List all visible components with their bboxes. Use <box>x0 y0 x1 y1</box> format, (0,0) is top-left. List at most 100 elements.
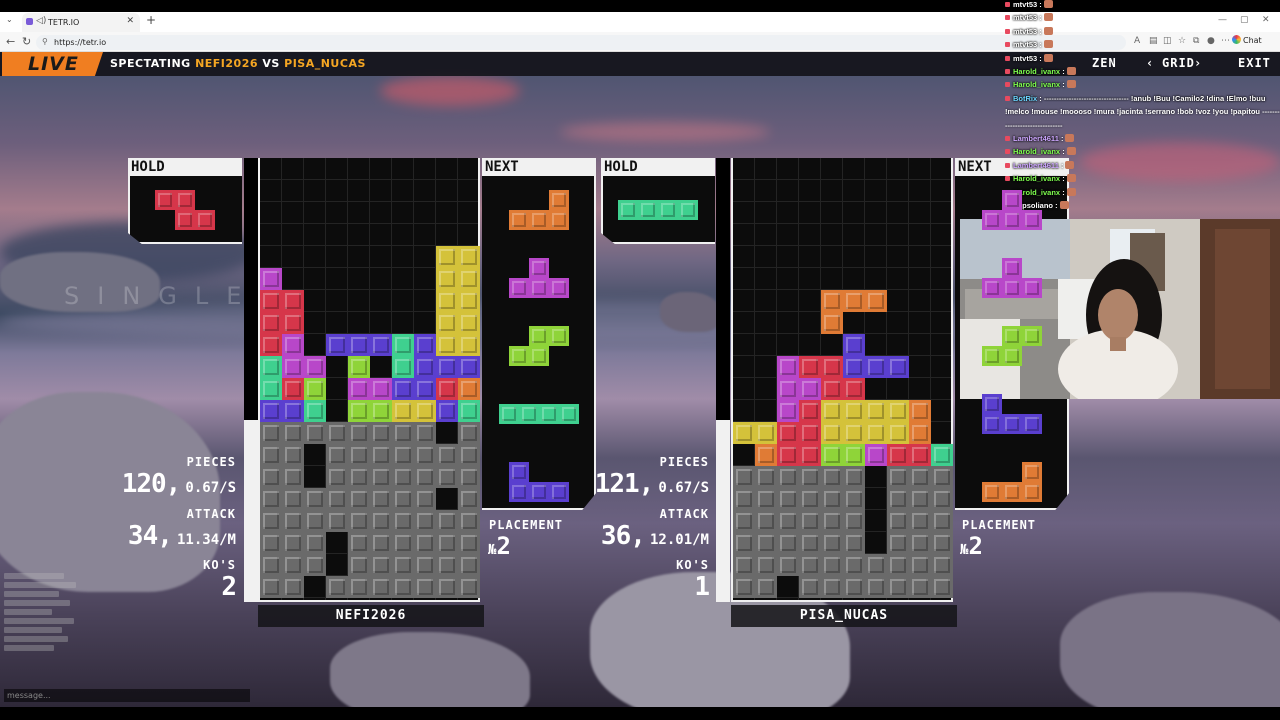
stack-block <box>821 444 843 466</box>
stack-block <box>458 246 480 268</box>
chat-emote-icon <box>1066 187 1076 196</box>
room-chat-input[interactable]: message... <box>4 689 250 702</box>
chat-emote-icon <box>1066 67 1076 75</box>
chat-username[interactable]: mtvt53 <box>1013 0 1039 9</box>
p2-attack-label: ATTACK <box>659 507 709 521</box>
garbage-block <box>348 576 370 598</box>
close-tab-icon[interactable]: ✕ <box>126 16 134 26</box>
garbage-block <box>458 510 480 532</box>
next-piece-mino <box>1002 258 1022 278</box>
chat-badge-icon <box>1005 69 1010 74</box>
stack-block <box>887 356 909 378</box>
chat-badge-icon <box>1005 15 1010 21</box>
chat-username[interactable]: BotRix <box>1013 94 1039 103</box>
chat-emote-icon <box>1043 26 1053 35</box>
webcam-image <box>960 219 1280 399</box>
garbage-block <box>887 510 909 532</box>
chat-username[interactable]: Harold_ivanx <box>1013 67 1062 76</box>
stack-block <box>843 290 865 312</box>
garbage-block <box>282 444 304 466</box>
p1-hold-label: HOLD <box>128 158 242 177</box>
next-piece-mino <box>982 278 1002 298</box>
next-piece-mino <box>982 346 1002 366</box>
next-piece-mino <box>499 404 519 424</box>
chat-username[interactable]: Harold_ivanx <box>1013 80 1062 89</box>
tab-list-chevron-icon[interactable]: ⌄ <box>6 15 13 24</box>
tab-title: TETR.IO <box>48 18 80 27</box>
chat-text: : <box>1062 67 1065 76</box>
garbage-block <box>348 554 370 576</box>
garbage-block <box>414 532 436 554</box>
spectating-label: SPECTATING <box>110 57 191 70</box>
p2-placement-value: 2 <box>968 532 983 560</box>
garbage-block <box>326 422 348 444</box>
stack-block <box>392 356 414 378</box>
stack-block <box>843 422 865 444</box>
new-tab-button[interactable]: + <box>146 13 156 27</box>
p2-placement: №2 <box>960 532 983 560</box>
p1-attack-value: 34, <box>127 521 173 551</box>
stack-block <box>370 334 392 356</box>
garbage-block <box>777 532 799 554</box>
stack-block <box>909 400 931 422</box>
garbage-block <box>733 576 755 598</box>
p2-hold-label: HOLD <box>601 158 715 177</box>
stream-chat-message: Lambert4611 : <box>1005 160 1075 170</box>
garbage-block <box>458 466 480 488</box>
chat-username[interactable]: mtvt53 <box>1013 54 1039 63</box>
tetrio-favicon-icon <box>26 18 33 25</box>
chat-badge-icon <box>1005 82 1010 88</box>
garbage-block <box>414 444 436 466</box>
chat-username[interactable]: mtvt53 <box>1013 13 1039 22</box>
garbage-block <box>326 576 348 598</box>
chat-text: : <box>1060 160 1064 170</box>
garbage-block <box>777 510 799 532</box>
chat-username[interactable]: Harold_ivanx <box>1013 147 1062 156</box>
next-piece-mino <box>982 210 1002 230</box>
next-piece-mino <box>982 394 1002 414</box>
p1-apm-value: 11.34/M <box>176 532 236 548</box>
garbage-block <box>733 488 755 510</box>
next-piece-mino <box>1022 482 1042 502</box>
garbage-block <box>436 532 458 554</box>
garbage-block <box>436 444 458 466</box>
stream-chat-message: mtvt53 : <box>1005 13 1053 22</box>
chat-emote-icon <box>1043 53 1053 62</box>
garbage-block <box>458 422 480 444</box>
next-piece-mino <box>1002 278 1022 298</box>
stack-block <box>282 290 304 312</box>
chat-username[interactable]: mtvt53 <box>1013 27 1039 36</box>
garbage-block <box>348 510 370 532</box>
garbage-block <box>304 488 326 510</box>
stack-block <box>282 312 304 334</box>
stack-block <box>887 400 909 422</box>
address-bar[interactable]: ⚲ https://tetr.io <box>36 35 1126 50</box>
speaker-icon[interactable]: ◁) <box>36 16 46 26</box>
stream-chat-message: BotRix : -------------------------------… <box>1005 94 1265 103</box>
back-arrow-icon[interactable]: ← <box>6 35 15 48</box>
chat-username[interactable]: Harold_ivanx <box>1013 174 1062 183</box>
garbage-block <box>865 554 887 576</box>
stack-block <box>260 290 282 312</box>
stack-block <box>348 378 370 400</box>
hold-piece-mino <box>678 200 698 220</box>
next-piece-mino <box>1002 326 1022 346</box>
p2-nameplate: PISA_NUCAS <box>731 605 957 627</box>
chat-username[interactable]: mtvt53 <box>1013 40 1039 49</box>
next-piece-mino <box>509 462 529 482</box>
stack-block <box>843 356 865 378</box>
garbage-block <box>755 488 777 510</box>
stack-block <box>414 400 436 422</box>
stack-block <box>458 290 480 312</box>
browser-tab-tetrio[interactable]: ◁) TETR.IO ✕ <box>22 13 140 32</box>
p2-kos-value: 1 <box>694 572 710 602</box>
stack-block <box>799 422 821 444</box>
garbage-block <box>865 576 887 598</box>
stack-block <box>436 290 458 312</box>
chat-username[interactable]: Lambert4611 <box>1013 134 1061 143</box>
chat-username[interactable]: Lambert4611 <box>1013 161 1061 170</box>
site-info-icon[interactable]: ⚲ <box>42 37 48 46</box>
stack-block <box>260 334 282 356</box>
reload-icon[interactable]: ↻ <box>22 35 31 48</box>
next-piece-mino <box>529 210 549 230</box>
